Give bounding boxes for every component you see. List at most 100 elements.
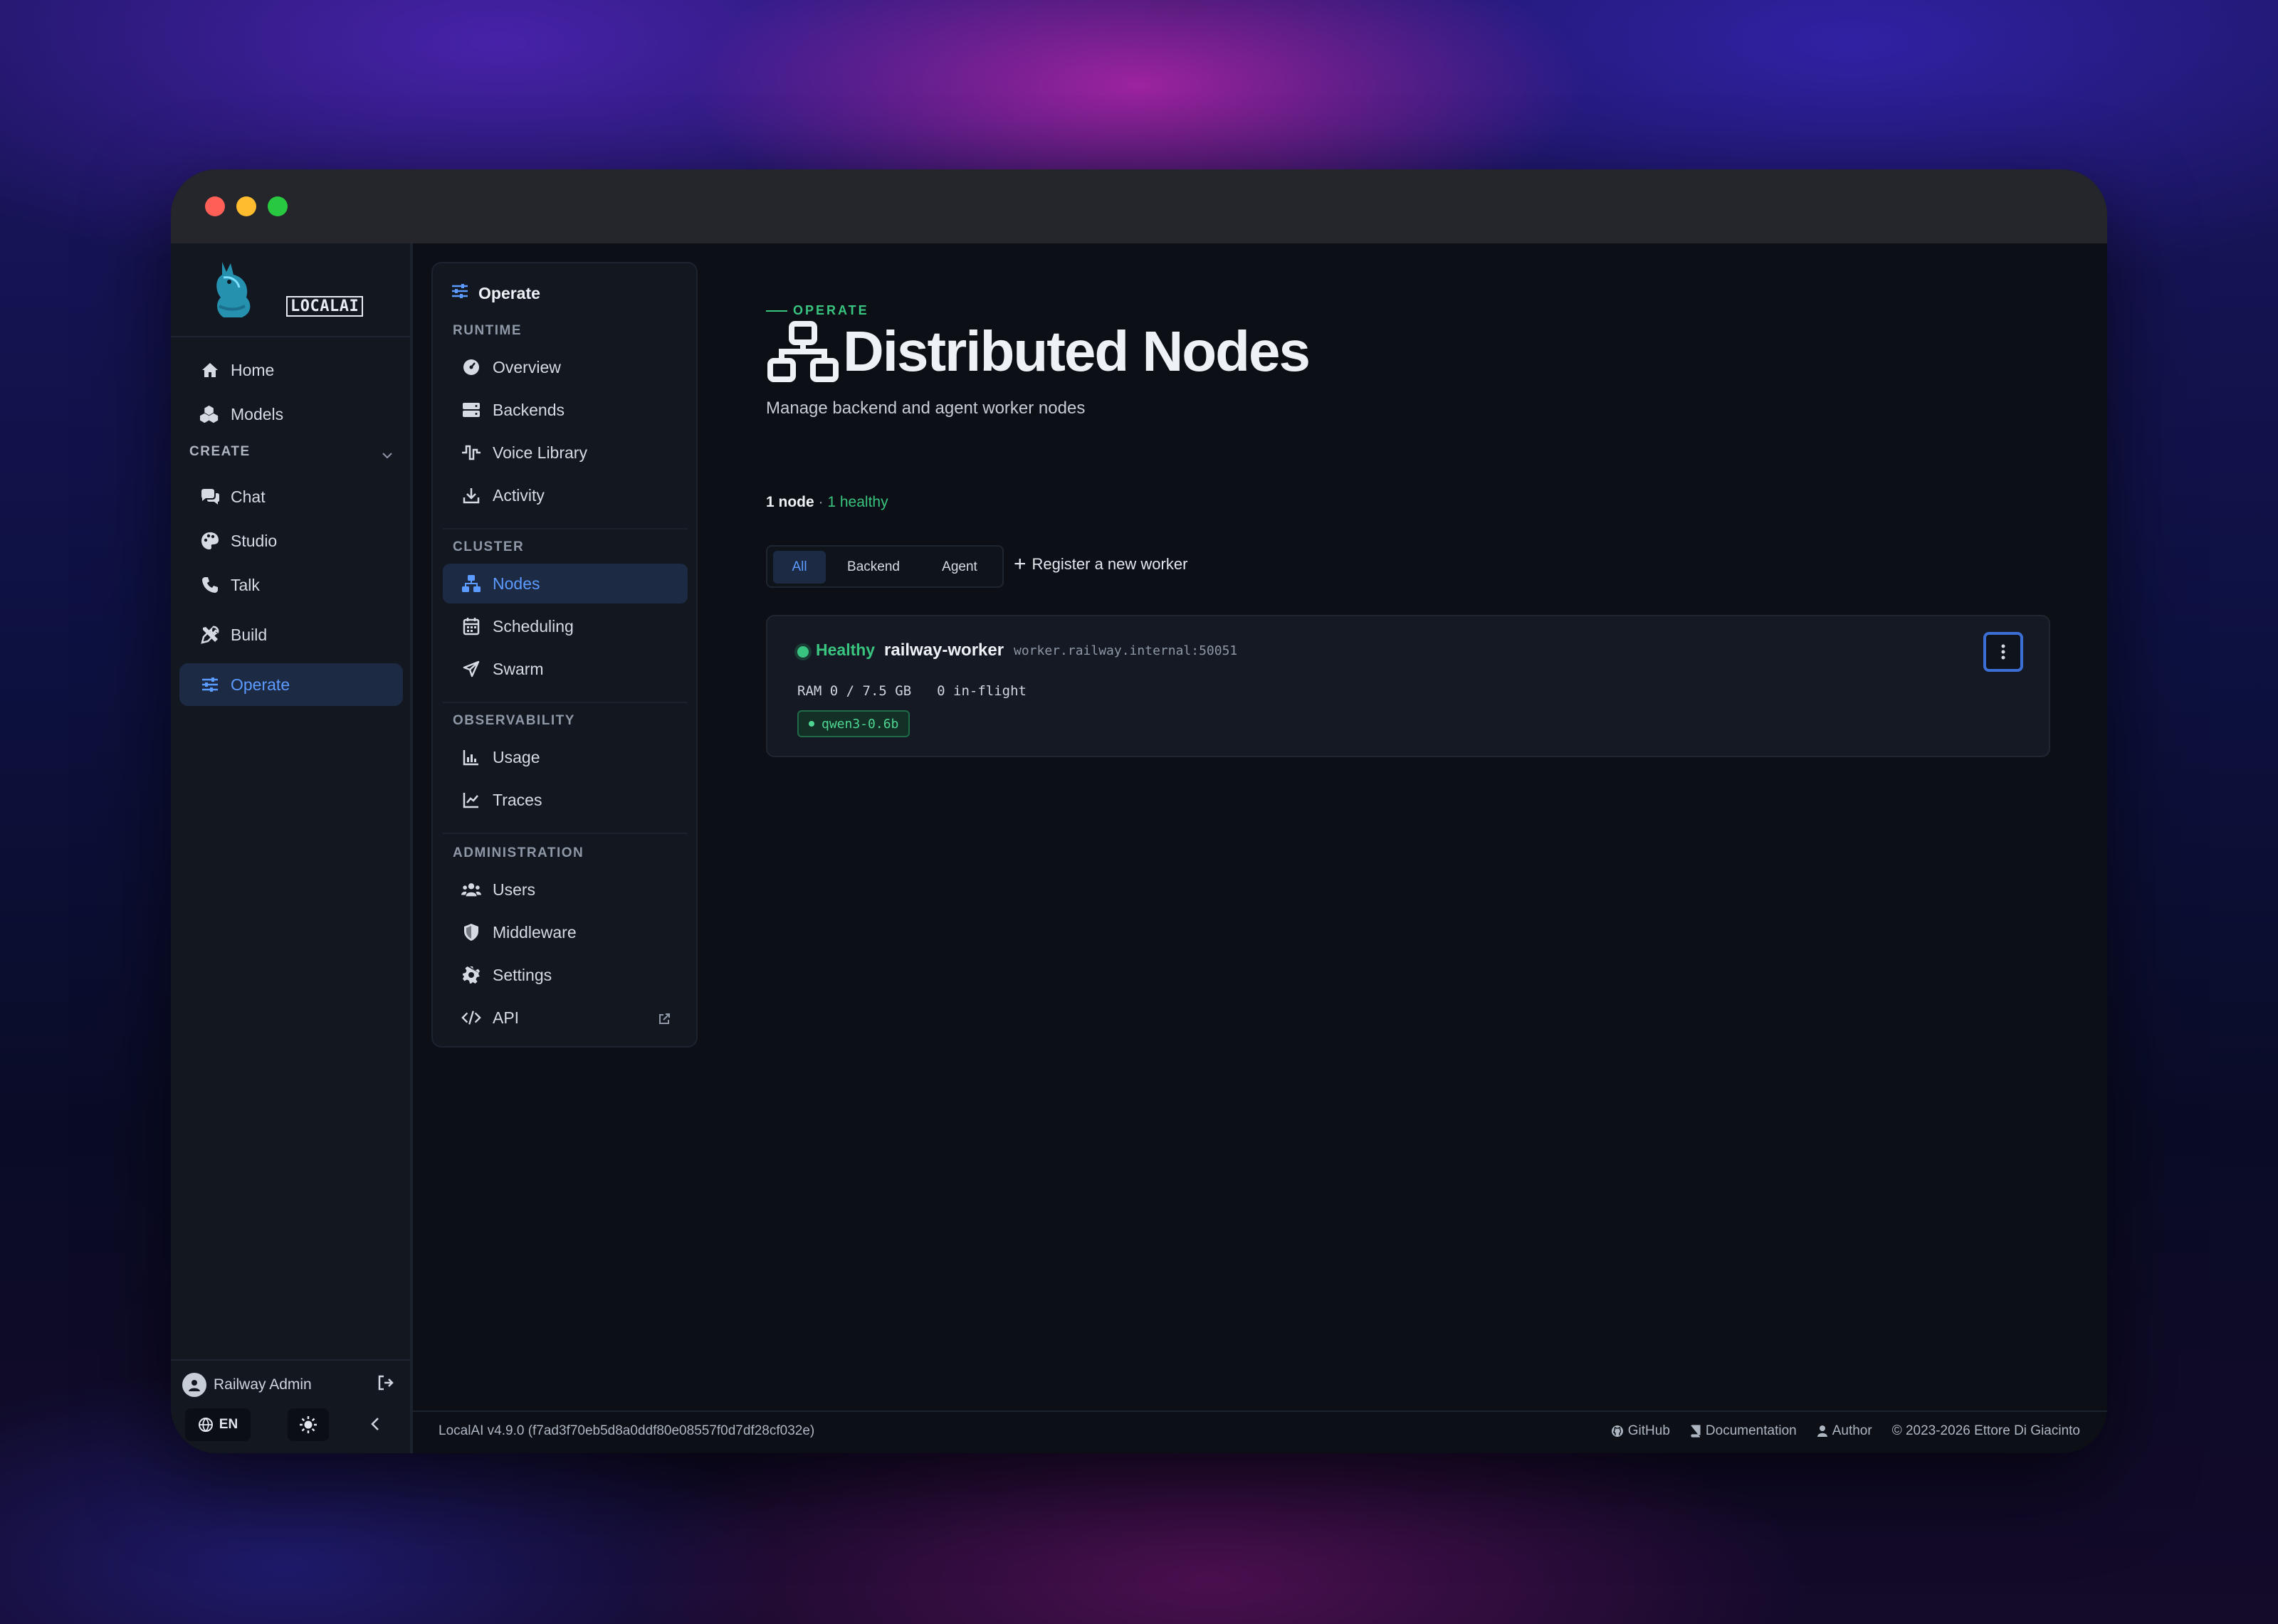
author-link[interactable]: Author: [1817, 1423, 1872, 1439]
subnav-item-swarm[interactable]: Swarm: [443, 649, 688, 689]
sidebar-item-label: Build: [231, 625, 268, 644]
register-worker-button[interactable]: + Register a new worker: [1014, 554, 1187, 575]
version-label: LocalAI v4.9.0 (f7ad3f70eb5d8a0ddf80e085…: [439, 1423, 815, 1438]
language-button[interactable]: EN: [185, 1408, 251, 1441]
chat-icon: [199, 486, 221, 507]
node-metrics: RAM 0 / 7.5 GB 0 in-flight: [797, 683, 1027, 699]
maximize-window-button[interactable]: [268, 196, 288, 216]
close-window-button[interactable]: [205, 196, 225, 216]
filter-agent-button[interactable]: Agent: [921, 551, 998, 584]
subnav-item-overview[interactable]: Overview: [443, 347, 688, 387]
globe-icon: [198, 1418, 213, 1433]
palette-icon: [199, 530, 221, 552]
filter-backend-button[interactable]: Backend: [831, 551, 915, 584]
person-icon: [1817, 1425, 1827, 1437]
subnav-item-activity[interactable]: Activity: [443, 475, 688, 515]
subnav-item-label: Traces: [493, 790, 542, 809]
subnav-item-label: Usage: [493, 747, 540, 766]
sidebar-item-talk[interactable]: Talk: [179, 564, 403, 606]
sidebar-item-label: Studio: [231, 531, 278, 550]
sidebar-item-models[interactable]: Models: [179, 393, 403, 436]
subnav-item-nodes[interactable]: Nodes: [443, 564, 688, 603]
loaded-model-name: qwen3-0.6b: [822, 716, 899, 732]
language-label: EN: [219, 1417, 238, 1432]
collapse-sidebar-icon[interactable]: [370, 1416, 380, 1435]
subnav-item-settings[interactable]: Settings: [443, 955, 688, 995]
sidebar-item-build[interactable]: Build: [179, 613, 403, 656]
subnav-item-usage[interactable]: Usage: [443, 737, 688, 777]
avatar: [182, 1373, 206, 1397]
sidebar-divider: [171, 1359, 410, 1361]
count-separator: ·: [814, 494, 828, 510]
home-icon: [199, 359, 221, 381]
chevron-down-icon[interactable]: [382, 450, 393, 463]
documentation-link[interactable]: Documentation: [1690, 1423, 1797, 1439]
sidebar-item-label: Chat: [231, 487, 266, 506]
dashboard-icon: [461, 357, 481, 377]
subnav-item-label: Settings: [493, 965, 552, 984]
theme-toggle-button[interactable]: [288, 1408, 329, 1441]
subnav-item-label: Swarm: [493, 659, 544, 678]
subnav-divider: [443, 528, 688, 529]
sidebar-item-label: Home: [231, 360, 275, 379]
status-badge: Healthy: [816, 640, 876, 659]
user-name: Railway Admin: [214, 1376, 312, 1393]
minimize-window-button[interactable]: [236, 196, 256, 216]
localai-logo[interactable]: LOCALAI: [202, 256, 364, 322]
subnav-item-users[interactable]: Users: [443, 870, 688, 909]
external-link-icon: [658, 1011, 671, 1030]
sliders-icon: [199, 674, 221, 695]
subnav-section-observability: OBSERVABILITY: [453, 713, 575, 728]
subnav-item-label: Middleware: [493, 922, 577, 942]
node-address: worker.railway.internal:50051: [1014, 643, 1238, 658]
healthy-count: 1 healthy: [827, 494, 888, 510]
waveform-icon: [461, 443, 481, 463]
sidebar-section-create[interactable]: CREATE: [189, 444, 251, 460]
sidebar-item-studio[interactable]: Studio: [179, 520, 403, 562]
main-sidebar: LOCALAI Home Models CREATE Chat Studio T…: [171, 243, 413, 1453]
book-icon: [1691, 1425, 1701, 1438]
subnav-item-traces[interactable]: Traces: [443, 780, 688, 820]
node-count: 1 node: [766, 494, 814, 510]
subnav-item-label: Nodes: [493, 574, 540, 593]
download-icon: [461, 485, 481, 505]
copyright-label: © 2023-2026 Ettore Di Giacinto: [1891, 1423, 2080, 1438]
user-menu[interactable]: Railway Admin: [179, 1366, 404, 1403]
network-icon: [766, 321, 840, 382]
bar-chart-icon: [461, 747, 481, 767]
subnav-item-api[interactable]: API: [443, 998, 688, 1038]
footer: LocalAI v4.9.0 (f7ad3f70eb5d8a0ddf80e085…: [413, 1411, 2107, 1453]
app-window: LOCALAI Home Models CREATE Chat Studio T…: [171, 169, 2107, 1453]
subnav-item-scheduling[interactable]: Scheduling: [443, 606, 688, 646]
subnav-item-label: Overview: [493, 357, 561, 376]
tools-icon: [199, 624, 221, 645]
status-dot-icon: [797, 646, 809, 658]
network-icon: [461, 574, 481, 594]
subnav-item-voice-library[interactable]: Voice Library: [443, 433, 688, 473]
gear-icon: [461, 965, 481, 985]
page-title: Distributed Nodes: [766, 319, 1311, 384]
github-link[interactable]: GitHub: [1611, 1423, 1670, 1439]
sidebar-item-chat[interactable]: Chat: [179, 475, 403, 518]
register-worker-label: Register a new worker: [1032, 555, 1188, 573]
subnav-item-label: Backends: [493, 400, 565, 419]
operate-subnav: Operate RUNTIME Overview Backends Voice …: [431, 262, 698, 1048]
filter-all-button[interactable]: All: [773, 551, 826, 584]
calendar-icon: [461, 616, 481, 636]
subnav-item-label: Activity: [493, 485, 545, 505]
title-bar: [171, 169, 2107, 243]
subnav-item-middleware[interactable]: Middleware: [443, 912, 688, 952]
logout-icon[interactable]: [377, 1375, 394, 1394]
subnav-item-label: Scheduling: [493, 616, 574, 636]
subnav-section-cluster: CLUSTER: [453, 539, 525, 554]
loaded-model-tag: qwen3-0.6b: [797, 710, 910, 737]
sidebar-item-operate[interactable]: Operate: [179, 663, 403, 706]
node-actions-button[interactable]: [1983, 632, 2023, 672]
subnav-item-backends[interactable]: Backends: [443, 390, 688, 430]
sidebar-item-home[interactable]: Home: [179, 349, 403, 391]
subnav-item-label: Users: [493, 880, 536, 899]
plus-icon: +: [1014, 552, 1027, 576]
node-card[interactable]: Healthy railway-worker worker.railway.in…: [766, 615, 2050, 757]
code-icon: [461, 1008, 481, 1028]
page-kicker: OPERATE: [766, 303, 869, 318]
